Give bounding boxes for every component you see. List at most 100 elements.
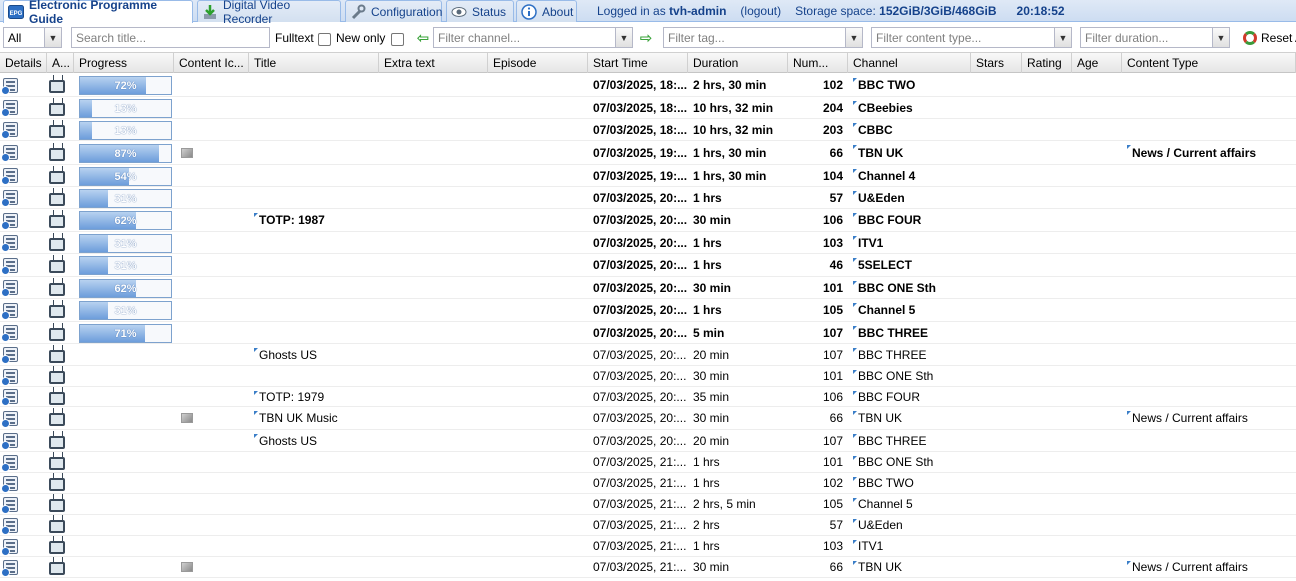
table-row[interactable]: 07/03/2025, 20:... 30 min 101 BBC ONE Sth [0, 366, 1296, 387]
channel-number: 103 [822, 235, 843, 250]
table-row[interactable]: 87% 07/03/2025, 19:... 1 hrs, 30 min 66 TBN … [0, 141, 1296, 165]
table-row[interactable]: 07/03/2025, 21:... 2 hrs, 5 min 105 Channel… [0, 494, 1296, 515]
column-header-number[interactable]: Num... [788, 53, 848, 73]
column-header-duration[interactable]: Duration [688, 53, 788, 73]
actions-cell [0, 430, 74, 451]
tv-record-icon[interactable] [49, 371, 65, 384]
fulltext-checkbox[interactable] [317, 32, 331, 46]
tv-record-icon[interactable] [49, 391, 65, 405]
tv-record-icon[interactable] [49, 305, 65, 318]
tab-epg[interactable]: EPG Electronic Programme Guide [3, 0, 193, 26]
table-row[interactable]: TBN UK Music 07/03/2025, 20:... 30 min 66 TB… [0, 407, 1296, 430]
column-header-content-icons[interactable]: Content Ic... [174, 53, 249, 73]
tv-record-icon[interactable] [49, 124, 65, 138]
tv-record-icon[interactable] [49, 435, 65, 449]
column-header-start-time[interactable]: Start Time [588, 53, 688, 73]
channel-number: 107 [822, 325, 843, 340]
column-header-progress[interactable]: Progress [74, 53, 174, 73]
column-header-episode[interactable]: Episode [488, 53, 588, 73]
duration-filter[interactable]: Filter duration... ▼ [1080, 27, 1230, 48]
tv-record-icon[interactable] [49, 80, 65, 93]
start-time: 07/03/2025, 20:... [593, 213, 688, 227]
tv-record-icon[interactable] [49, 192, 65, 206]
tab-status[interactable]: Status [446, 0, 514, 22]
tag-filter[interactable]: Filter tag... ▼ [663, 27, 863, 48]
table-row[interactable]: TOTP: 1979 07/03/2025, 20:... 35 min 106 BBC… [0, 387, 1296, 407]
storage-label: Storage space: [795, 4, 880, 18]
channel-number-cell: 57 [788, 187, 848, 208]
reset-all-button[interactable]: Reset A [1243, 27, 1296, 48]
channel-name: U&Eden [858, 518, 903, 532]
tv-record-icon[interactable] [49, 260, 65, 273]
channel-filter[interactable]: Filter channel... ▼ [433, 27, 633, 48]
logout-link[interactable]: (logout) [740, 4, 781, 18]
column-header-actions[interactable]: A... [47, 53, 74, 73]
scope-select[interactable]: All ▼ [3, 27, 62, 48]
tv-record-icon[interactable] [49, 520, 65, 533]
table-row[interactable]: 71% 07/03/2025, 20:... 5 min 107 BBC THREE [0, 322, 1296, 344]
column-header-channel[interactable]: Channel [848, 53, 971, 73]
tv-record-icon[interactable] [49, 170, 65, 184]
table-row[interactable]: 07/03/2025, 21:... 1 hrs 102 BBC TWO [0, 473, 1296, 494]
dropdown-arrow-icon[interactable]: ▼ [845, 28, 862, 47]
table-row[interactable]: 07/03/2025, 21:... 2 hrs 57 U&Eden [0, 515, 1296, 536]
dropdown-arrow-icon[interactable]: ▼ [44, 28, 61, 47]
table-row[interactable]: 54% 07/03/2025, 19:... 1 hrs, 30 min 104 Cha… [0, 165, 1296, 187]
content-type-filter[interactable]: Filter content type... ▼ [871, 27, 1072, 48]
new-only-checkbox[interactable] [391, 32, 405, 46]
start-time: 07/03/2025, 18:... [593, 78, 688, 92]
column-header-stars[interactable]: Stars [971, 53, 1022, 73]
table-row[interactable]: 72% 07/03/2025, 18:... 2 hrs, 30 min 102 BBC… [0, 74, 1296, 97]
column-header-content-type[interactable]: Content Type [1122, 53, 1296, 73]
tv-record-icon[interactable] [49, 541, 65, 554]
flag-icon [853, 213, 857, 217]
table-row[interactable]: 31% 07/03/2025, 20:... 1 hrs 57 U&Eden [0, 187, 1296, 209]
table-row[interactable]: 31% 07/03/2025, 20:... 1 hrs 46 5SELECT [0, 254, 1296, 277]
next-channel-arrow-icon[interactable]: ⇨ [636, 27, 656, 48]
channel-name: BBC ONE Sth [858, 280, 936, 295]
tv-record-icon[interactable] [49, 413, 65, 426]
tv-record-icon[interactable] [49, 349, 65, 363]
dropdown-arrow-icon[interactable]: ▼ [1054, 28, 1071, 47]
title-search-input[interactable]: Search title... [71, 27, 270, 48]
tv-record-icon[interactable] [49, 499, 65, 512]
tv-record-icon[interactable] [49, 102, 65, 116]
tv-record-icon[interactable] [49, 237, 65, 251]
dropdown-arrow-icon[interactable]: ▼ [615, 28, 632, 47]
channel-filter-placeholder: Filter channel... [438, 30, 521, 45]
table-row[interactable]: 07/03/2025, 21:... 1 hrs 101 BBC ONE Sth [0, 452, 1296, 473]
duration: 1 hrs [693, 455, 720, 469]
column-header-rating[interactable]: Rating [1022, 53, 1072, 73]
channel-name: Channel 4 [858, 168, 916, 183]
table-row[interactable]: 13% 07/03/2025, 18:... 10 hrs, 32 min 203 CB… [0, 119, 1296, 141]
tab-about[interactable]: About [516, 0, 577, 22]
table-row[interactable]: 62% 07/03/2025, 20:... 30 min 101 BBC ONE St… [0, 277, 1296, 299]
table-row[interactable]: 07/03/2025, 21:... 1 hrs 103 ITV1 [0, 536, 1296, 557]
tv-record-icon[interactable] [49, 215, 65, 228]
channel-name-cell: BBC FOUR [848, 387, 971, 406]
tab-configuration[interactable]: Configuration [345, 0, 442, 22]
column-header-title[interactable]: Title [249, 53, 379, 73]
tv-record-icon[interactable] [49, 282, 65, 296]
table-row[interactable]: 31% 07/03/2025, 20:... 1 hrs 105 Channel 5 [0, 299, 1296, 322]
prev-channel-arrow-icon[interactable]: ⇦ [413, 27, 433, 48]
table-row[interactable]: 31% 07/03/2025, 20:... 1 hrs 103 ITV1 [0, 232, 1296, 254]
tab-dvr[interactable]: Digital Video Recorder [197, 0, 341, 26]
tv-record-icon[interactable] [49, 562, 65, 575]
tv-record-icon[interactable] [49, 457, 65, 470]
table-row[interactable]: Ghosts US 07/03/2025, 20:... 20 min 107 BBC … [0, 344, 1296, 366]
column-header-extra-text[interactable]: Extra text [379, 53, 488, 73]
column-header-details[interactable]: Details [0, 53, 47, 73]
table-row[interactable]: Ghosts US 07/03/2025, 20:... 20 min 107 BBC … [0, 430, 1296, 452]
duration-cell: 1 hrs [688, 452, 788, 472]
tv-record-icon[interactable] [49, 327, 65, 341]
table-row[interactable]: 13% 07/03/2025, 18:... 10 hrs, 32 min 204 CB… [0, 97, 1296, 119]
tv-record-icon[interactable] [49, 147, 65, 161]
column-header-age[interactable]: Age [1072, 53, 1122, 73]
flag-icon [853, 281, 857, 285]
channel-name: CBeebies [858, 100, 913, 115]
table-row[interactable]: 62% TOTP: 1987 07/03/2025, 20:... 30 min 106… [0, 209, 1296, 232]
table-row[interactable]: 07/03/2025, 21:... 30 min 66 TBN UK News / C… [0, 557, 1296, 578]
tv-record-icon[interactable] [49, 478, 65, 491]
dropdown-arrow-icon[interactable]: ▼ [1212, 28, 1229, 47]
